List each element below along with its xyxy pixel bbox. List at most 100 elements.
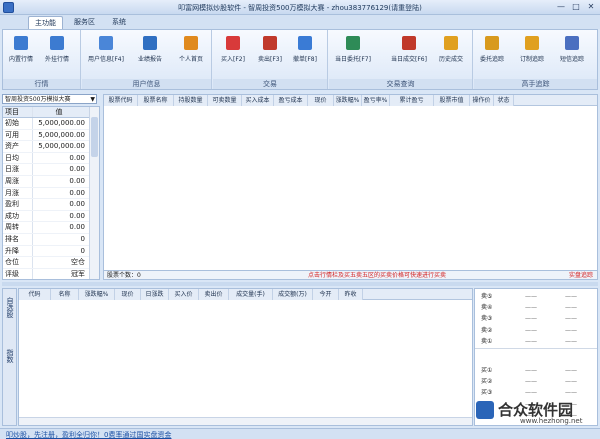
column-header[interactable]: 股票市值 [434, 95, 470, 106]
id-card-icon [98, 36, 113, 50]
account-summary-table: 项目 值 初始 5,000,000.00 可用 5,000,000.00 资产 5,000… [2, 106, 100, 280]
table-row[interactable]: 初始 5,000,000.00 [3, 118, 99, 130]
history-deals-button[interactable]: 历史成交 [439, 36, 463, 63]
quote-table-hscrollbar[interactable] [19, 417, 472, 425]
maximize-button[interactable]: □ [569, 2, 583, 13]
custom-tracking-button[interactable]: 订制追踪 [520, 36, 544, 63]
ask-row[interactable]: 卖① —— —— [475, 336, 597, 347]
column-header[interactable]: 盈亏成本 [274, 95, 308, 106]
minimize-button[interactable]: — [554, 2, 568, 13]
column-header-item[interactable]: 项目 [3, 107, 33, 117]
today-orders-button[interactable]: 当日委托[F7] [335, 36, 371, 63]
quote-table: 代码 名称 涨跌幅% 现价 日涨跌 买入价 卖出价 成交量(手) 成交额(万) 今开 昨收 [18, 288, 473, 426]
table-row[interactable]: 资产 5,000,000.00 [3, 141, 99, 153]
home-page-button[interactable]: 个人首页 [179, 36, 203, 63]
column-header[interactable]: 现价 [115, 289, 141, 300]
tab-index[interactable]: 指数 [5, 349, 15, 363]
menu-tabs: 主功能 服务区 系统 [0, 15, 600, 29]
depth-price: —— [525, 389, 537, 397]
buy-button[interactable]: 买入[F2] [221, 36, 245, 63]
bid-row[interactable]: 买① —— —— [475, 365, 597, 376]
tab-system[interactable]: 系统 [106, 16, 132, 29]
row-item-label: 可用 [3, 129, 33, 141]
user-info-button[interactable]: 用户信息[F4] [88, 36, 124, 63]
close-button[interactable]: ✕ [584, 2, 598, 13]
row-item-label: 资产 [3, 141, 33, 152]
title-bar[interactable]: 叩富网模拟炒股软件 - 智周投资500万模拟大赛 - zhou383776129… [0, 0, 600, 15]
depth-volume: —— [565, 304, 577, 312]
ask-row[interactable]: 卖④ —— —— [475, 302, 597, 313]
row-item-value: 0 [80, 246, 85, 255]
table-row[interactable]: 周转 0.00 [3, 222, 99, 234]
bid-row[interactable]: 买③ —— —— [475, 387, 597, 398]
group-title-expert-tracking: 高手追踪 [474, 79, 597, 89]
table-row[interactable]: 评级 冠军 [3, 268, 99, 279]
ask-row[interactable]: 卖② —— —— [475, 325, 597, 336]
column-header[interactable]: 累计盈亏 [390, 95, 434, 106]
chevron-down-icon[interactable]: ▼ [90, 95, 95, 104]
real-trade-tracking-link[interactable]: 实盘追踪 [569, 271, 593, 280]
column-header[interactable]: 状态 [494, 95, 514, 106]
order-tracking-button[interactable]: 委托追踪 [480, 36, 504, 63]
column-header[interactable]: 成交额(万) [273, 289, 313, 300]
column-header[interactable]: 涨跌幅% [334, 95, 362, 106]
column-header[interactable]: 股票代码 [104, 95, 138, 106]
table-row[interactable]: 成功 0.00 [3, 210, 99, 223]
row-item-value: 0.00 [69, 223, 85, 232]
news-ticker-link[interactable]: 叩炒股，先注册，盈利全归你！0费率通过国实盘资金 [6, 430, 171, 439]
column-header[interactable]: 今开 [313, 289, 339, 300]
column-header[interactable]: 可卖数量 [208, 95, 242, 106]
column-header[interactable]: 日涨跌 [141, 289, 169, 300]
table-row[interactable]: 盈利 0.00 [3, 199, 99, 211]
table-row[interactable]: 排名 0 [3, 233, 99, 246]
table-row[interactable]: 周涨 0.00 [3, 175, 99, 188]
performance-report-button[interactable]: 业绩报告 [138, 36, 162, 63]
today-deals-button[interactable]: 当日成交[F6] [391, 36, 427, 63]
account-table-scrollbar[interactable] [89, 107, 99, 279]
tab-watchlist[interactable]: 自选股 [5, 297, 15, 318]
holdings-status-bar: 股票个数：0 点击行情栏及买五卖五区的买卖价格可快速进行买卖 实盘追踪 [103, 270, 598, 280]
depth-volume: —— [565, 315, 577, 323]
sms-tracking-button[interactable]: 短信追踪 [560, 36, 584, 63]
column-header[interactable]: 买入成本 [242, 95, 274, 106]
table-row[interactable]: 月涨 0.00 [3, 187, 99, 200]
depth-level-label: 买③ [481, 389, 493, 397]
depth-volume: —— [565, 378, 577, 386]
ask-row[interactable]: 卖⑤ —— —— [475, 291, 597, 302]
panel-splitter[interactable] [2, 282, 598, 286]
contest-select[interactable]: 智周投资500万模拟大赛 ▼ [2, 94, 97, 104]
column-header-value[interactable]: 值 [33, 107, 88, 117]
column-header[interactable]: 持股数量 [174, 95, 208, 106]
tab-service[interactable]: 服务区 [68, 16, 101, 29]
scrollbar-thumb[interactable] [91, 117, 98, 157]
external-quotes-button[interactable]: 外挂行情 [45, 36, 69, 63]
table-row[interactable]: 日均 0.00 [3, 152, 99, 165]
column-header[interactable]: 现价 [308, 95, 334, 106]
depth-volume: —— [565, 293, 577, 300]
table-row[interactable]: 升降 0 [3, 245, 99, 258]
table-row[interactable]: 仓位 空仓 [3, 257, 99, 269]
column-header[interactable]: 买入价 [169, 289, 199, 300]
bid-row[interactable]: 买② —— —— [475, 376, 597, 387]
column-header[interactable]: 涨跌幅% [79, 289, 115, 300]
column-header[interactable]: 名称 [51, 289, 79, 300]
column-header[interactable]: 代码 [19, 289, 51, 300]
row-item-label: 成功 [3, 210, 33, 222]
column-header[interactable]: 盈亏率% [362, 95, 390, 106]
table-row[interactable]: 可用 5,000,000.00 [3, 129, 99, 142]
table-row[interactable]: 日涨 0.00 [3, 164, 99, 176]
column-header[interactable]: 成交量(手) [229, 289, 273, 300]
tab-main[interactable]: 主功能 [28, 16, 63, 29]
row-item-label: 评级 [3, 268, 33, 279]
column-header[interactable]: 操作价 [470, 95, 494, 106]
sell-button[interactable]: 卖出[F3] [258, 36, 282, 63]
stock-count-label: 股票个数：0 [107, 272, 141, 279]
group-title-trade-query: 交易查询 [329, 79, 472, 89]
row-item-value: 空仓 [71, 258, 85, 267]
builtin-quotes-button[interactable]: 内置行情 [9, 36, 33, 63]
column-header[interactable]: 股票名称 [138, 95, 174, 106]
ask-row[interactable]: 卖③ —— —— [475, 313, 597, 324]
column-header[interactable]: 昨收 [339, 289, 363, 300]
cancel-order-button[interactable]: 撤单[F8] [293, 36, 317, 63]
column-header[interactable]: 卖出价 [199, 289, 229, 300]
